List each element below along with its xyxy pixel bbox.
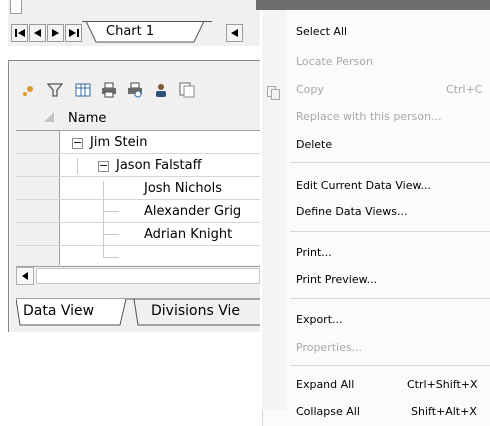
row-label: Adrian Knight (144, 227, 233, 242)
row-label: Josh Nichols (144, 181, 222, 196)
first-chart-button[interactable] (11, 24, 28, 42)
menu-top-shadow (256, 0, 490, 10)
copy-icon (267, 86, 281, 100)
menu-edit-current-data-view[interactable]: Edit Current Data View... (296, 179, 431, 192)
menu-expand-all-shortcut: Ctrl+Shift+X (407, 378, 478, 391)
menu-copy: Copy (296, 83, 324, 96)
first-icon (14, 29, 25, 37)
view-tabs: Data View Divisions Vie (16, 298, 260, 326)
top-stub (10, 0, 22, 14)
scroll-left-button[interactable] (16, 267, 34, 285)
expand-icon[interactable] (20, 81, 38, 99)
print-icon[interactable] (100, 81, 118, 99)
select-all-corner[interactable] (44, 112, 54, 122)
toolbar-copy-icon[interactable] (178, 81, 196, 99)
row-label: Alexander Grig (144, 204, 242, 219)
last-chart-button[interactable] (65, 24, 82, 42)
arrow-left-icon (22, 272, 28, 280)
table-row[interactable]: Josh Nichols (60, 178, 260, 200)
menu-locate-person: Locate Person (296, 55, 373, 68)
menu-separator (290, 162, 490, 163)
context-menu (262, 10, 490, 426)
table-row[interactable]: − Jason Falstaff (60, 155, 260, 177)
menu-replace-person: Replace with this person... (296, 110, 442, 123)
row-label: Jason Falstaff (116, 158, 202, 173)
filter-icon[interactable] (46, 81, 64, 99)
menu-select-all[interactable]: Select All (296, 25, 347, 38)
tab-data-view[interactable]: Data View (23, 303, 94, 319)
prev-icon (34, 29, 41, 37)
column-header-name[interactable]: Name (68, 111, 106, 126)
person-icon[interactable] (152, 81, 170, 99)
grid-settings-icon[interactable] (74, 81, 92, 99)
menu-copy-shortcut: Ctrl+C (446, 83, 483, 96)
menu-export[interactable]: Export... (296, 313, 343, 326)
menu-icon-gutter (262, 10, 286, 410)
tab-divisions-view[interactable]: Divisions Vie (151, 303, 260, 319)
menu-collapse-all[interactable]: Collapse All (296, 405, 360, 418)
collapse-toggle[interactable]: − (98, 160, 109, 172)
menu-properties: Properties... (296, 341, 363, 354)
menu-print-preview[interactable]: Print Preview... (296, 273, 377, 286)
table-row[interactable]: Adrian Knight (60, 224, 260, 246)
print-preview-icon[interactable] (126, 81, 144, 99)
next-chart-button[interactable] (47, 24, 64, 42)
table-row[interactable]: − Jim Stein (60, 132, 260, 154)
arrow-left-icon (231, 29, 238, 37)
next-icon (52, 29, 59, 37)
row-label: Jim Stein (90, 135, 148, 150)
tab-label: Chart 1 (106, 24, 155, 39)
tab-scroll-left-button[interactable] (226, 24, 243, 42)
table-row[interactable] (60, 247, 260, 265)
tab-chart-1[interactable]: Chart 1 (82, 21, 212, 43)
menu-collapse-all-shortcut: Shift+Alt+X (411, 405, 477, 418)
menu-delete[interactable]: Delete (296, 138, 332, 151)
menu-define-data-views[interactable]: Define Data Views... (296, 205, 408, 218)
menu-separator (290, 231, 490, 232)
menu-separator (290, 365, 490, 366)
menu-print[interactable]: Print... (296, 246, 332, 259)
prev-chart-button[interactable] (29, 24, 46, 42)
table-row[interactable]: Alexander Grig (60, 201, 260, 223)
collapse-toggle[interactable]: − (72, 137, 83, 149)
last-icon (68, 29, 79, 37)
scrollbar-track[interactable] (36, 268, 260, 284)
menu-separator (290, 298, 490, 299)
menu-expand-all[interactable]: Expand All (296, 378, 354, 391)
